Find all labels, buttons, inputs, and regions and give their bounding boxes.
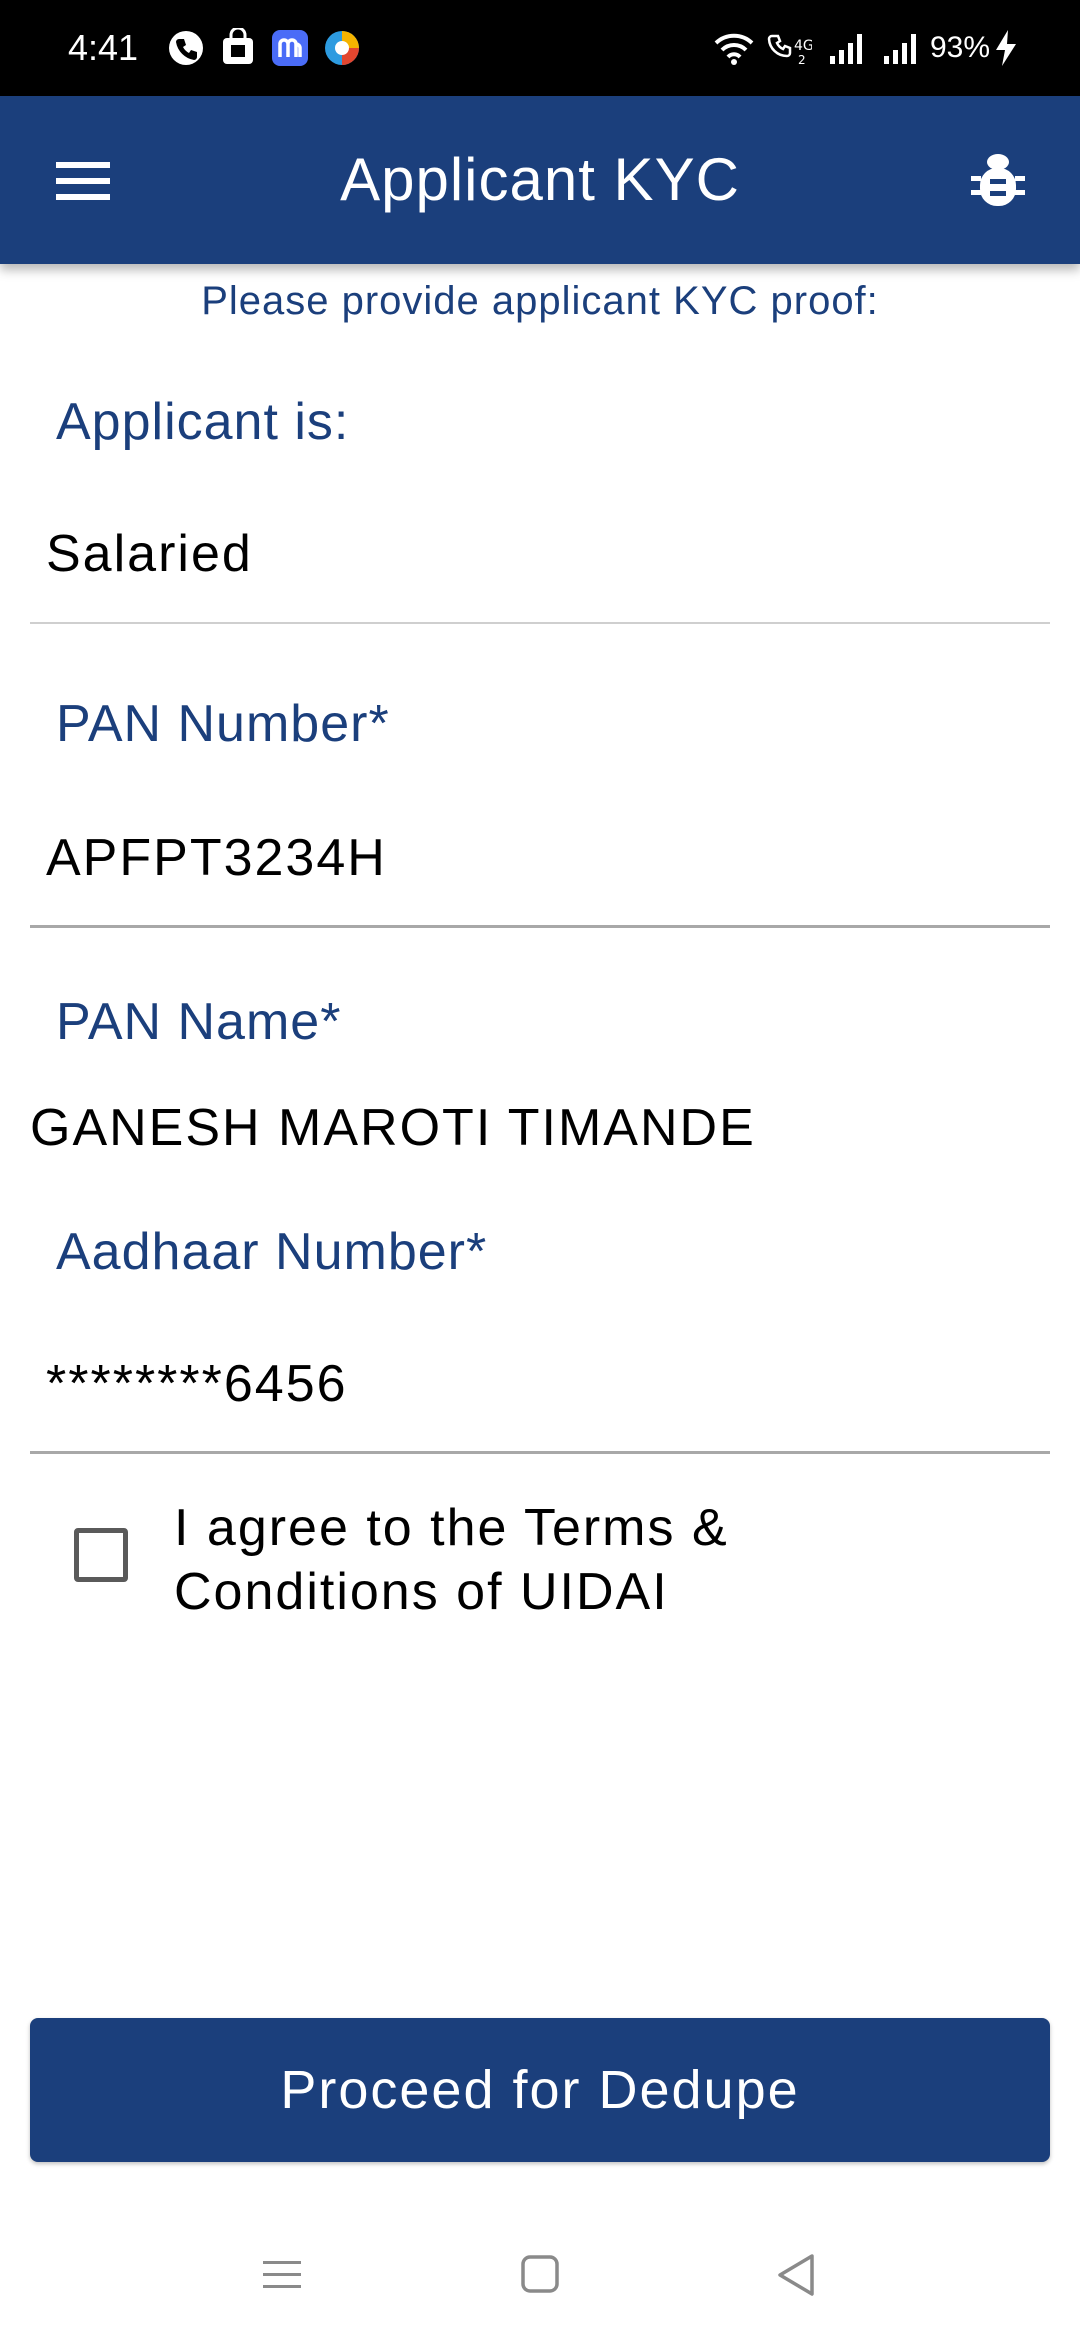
pan-name-label: PAN Name* bbox=[56, 993, 342, 1051]
bug-icon[interactable] bbox=[966, 148, 1030, 212]
status-bar: 4:41 4G 2 93% bbox=[0, 0, 1080, 96]
recents-icon[interactable] bbox=[247, 2240, 317, 2310]
aadhaar-number-underline bbox=[30, 1451, 1050, 1454]
wifi-icon bbox=[714, 33, 754, 65]
charging-icon bbox=[996, 30, 1016, 66]
back-icon[interactable] bbox=[762, 2240, 832, 2310]
applicant-type-divider bbox=[30, 622, 1050, 624]
applicant-type-select[interactable]: Salaried bbox=[46, 522, 253, 586]
terms-checkbox[interactable] bbox=[74, 1528, 128, 1582]
aadhaar-number-label: Aadhaar Number* bbox=[56, 1223, 488, 1281]
aadhaar-number-input[interactable]: ********6456 bbox=[46, 1352, 348, 1416]
messenger-icon bbox=[272, 30, 308, 66]
pan-number-label: PAN Number* bbox=[56, 695, 390, 753]
system-nav-bar bbox=[0, 2210, 1080, 2340]
store-icon bbox=[223, 28, 253, 64]
hamburger-menu-icon[interactable] bbox=[38, 136, 128, 226]
browser-icon bbox=[325, 31, 359, 65]
battery-level: 93% bbox=[930, 31, 991, 64]
kyc-instructions: Please provide applicant KYC proof: bbox=[201, 279, 879, 323]
page-title: Applicant KYC bbox=[340, 146, 740, 213]
svg-text:2: 2 bbox=[798, 53, 806, 67]
proceed-for-dedupe-button[interactable]: Proceed for Dedupe bbox=[30, 2018, 1050, 2162]
status-time: 4:41 bbox=[68, 27, 139, 68]
pan-number-underline bbox=[30, 925, 1050, 928]
svg-text:4G: 4G bbox=[794, 38, 812, 54]
volte-icon: 4G 2 bbox=[767, 34, 812, 67]
pan-name-value: GANESH MAROTI TIMANDE bbox=[30, 1099, 756, 1157]
phone-icon bbox=[169, 31, 203, 65]
home-icon[interactable] bbox=[505, 2240, 575, 2310]
signal-icon bbox=[830, 34, 862, 64]
terms-label[interactable]: I agree to the Terms & Conditions of UID… bbox=[174, 1496, 994, 1624]
signal-icon bbox=[884, 34, 916, 64]
app-bar: Applicant KYC bbox=[0, 96, 1080, 264]
applicant-type-label: Applicant is: bbox=[56, 393, 350, 451]
pan-number-input[interactable]: APFPT3234H bbox=[46, 826, 387, 890]
